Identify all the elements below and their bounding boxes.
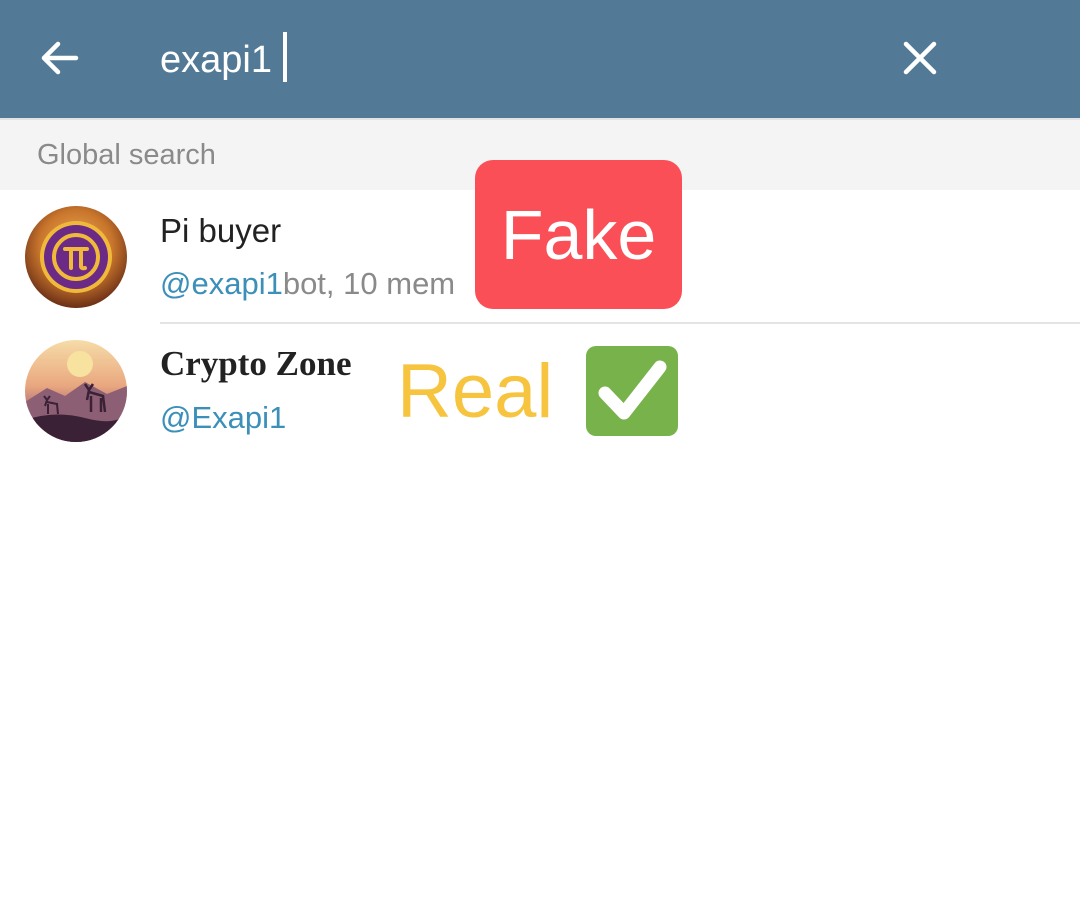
arrow-left-icon — [41, 41, 79, 75]
result-subtitle: @Exapi1 — [160, 400, 286, 436]
search-toolbar — [0, 0, 1080, 118]
pi-coin-avatar — [25, 206, 127, 308]
check-mark-button-icon — [585, 345, 679, 437]
deer-sunset-avatar — [25, 340, 127, 442]
result-name: Crypto Zone — [160, 344, 352, 383]
result-meta: bot, 10 mem — [282, 266, 456, 301]
close-icon — [903, 41, 937, 75]
result-handle: @Exapi1 — [160, 400, 287, 435]
result-name: Pi buyer — [160, 212, 282, 249]
fake-label: Fake — [475, 160, 682, 309]
row-divider — [160, 322, 1080, 324]
section-title: Global search — [37, 139, 216, 171]
search-input[interactable] — [160, 32, 800, 88]
clear-search-button[interactable] — [890, 28, 950, 88]
text-caret — [283, 32, 287, 82]
back-button[interactable] — [30, 28, 90, 88]
real-label: Real — [397, 349, 554, 434]
result-subtitle: @exapi1bot, 10 mem — [160, 266, 455, 302]
result-handle: @exapi1 — [160, 266, 283, 301]
